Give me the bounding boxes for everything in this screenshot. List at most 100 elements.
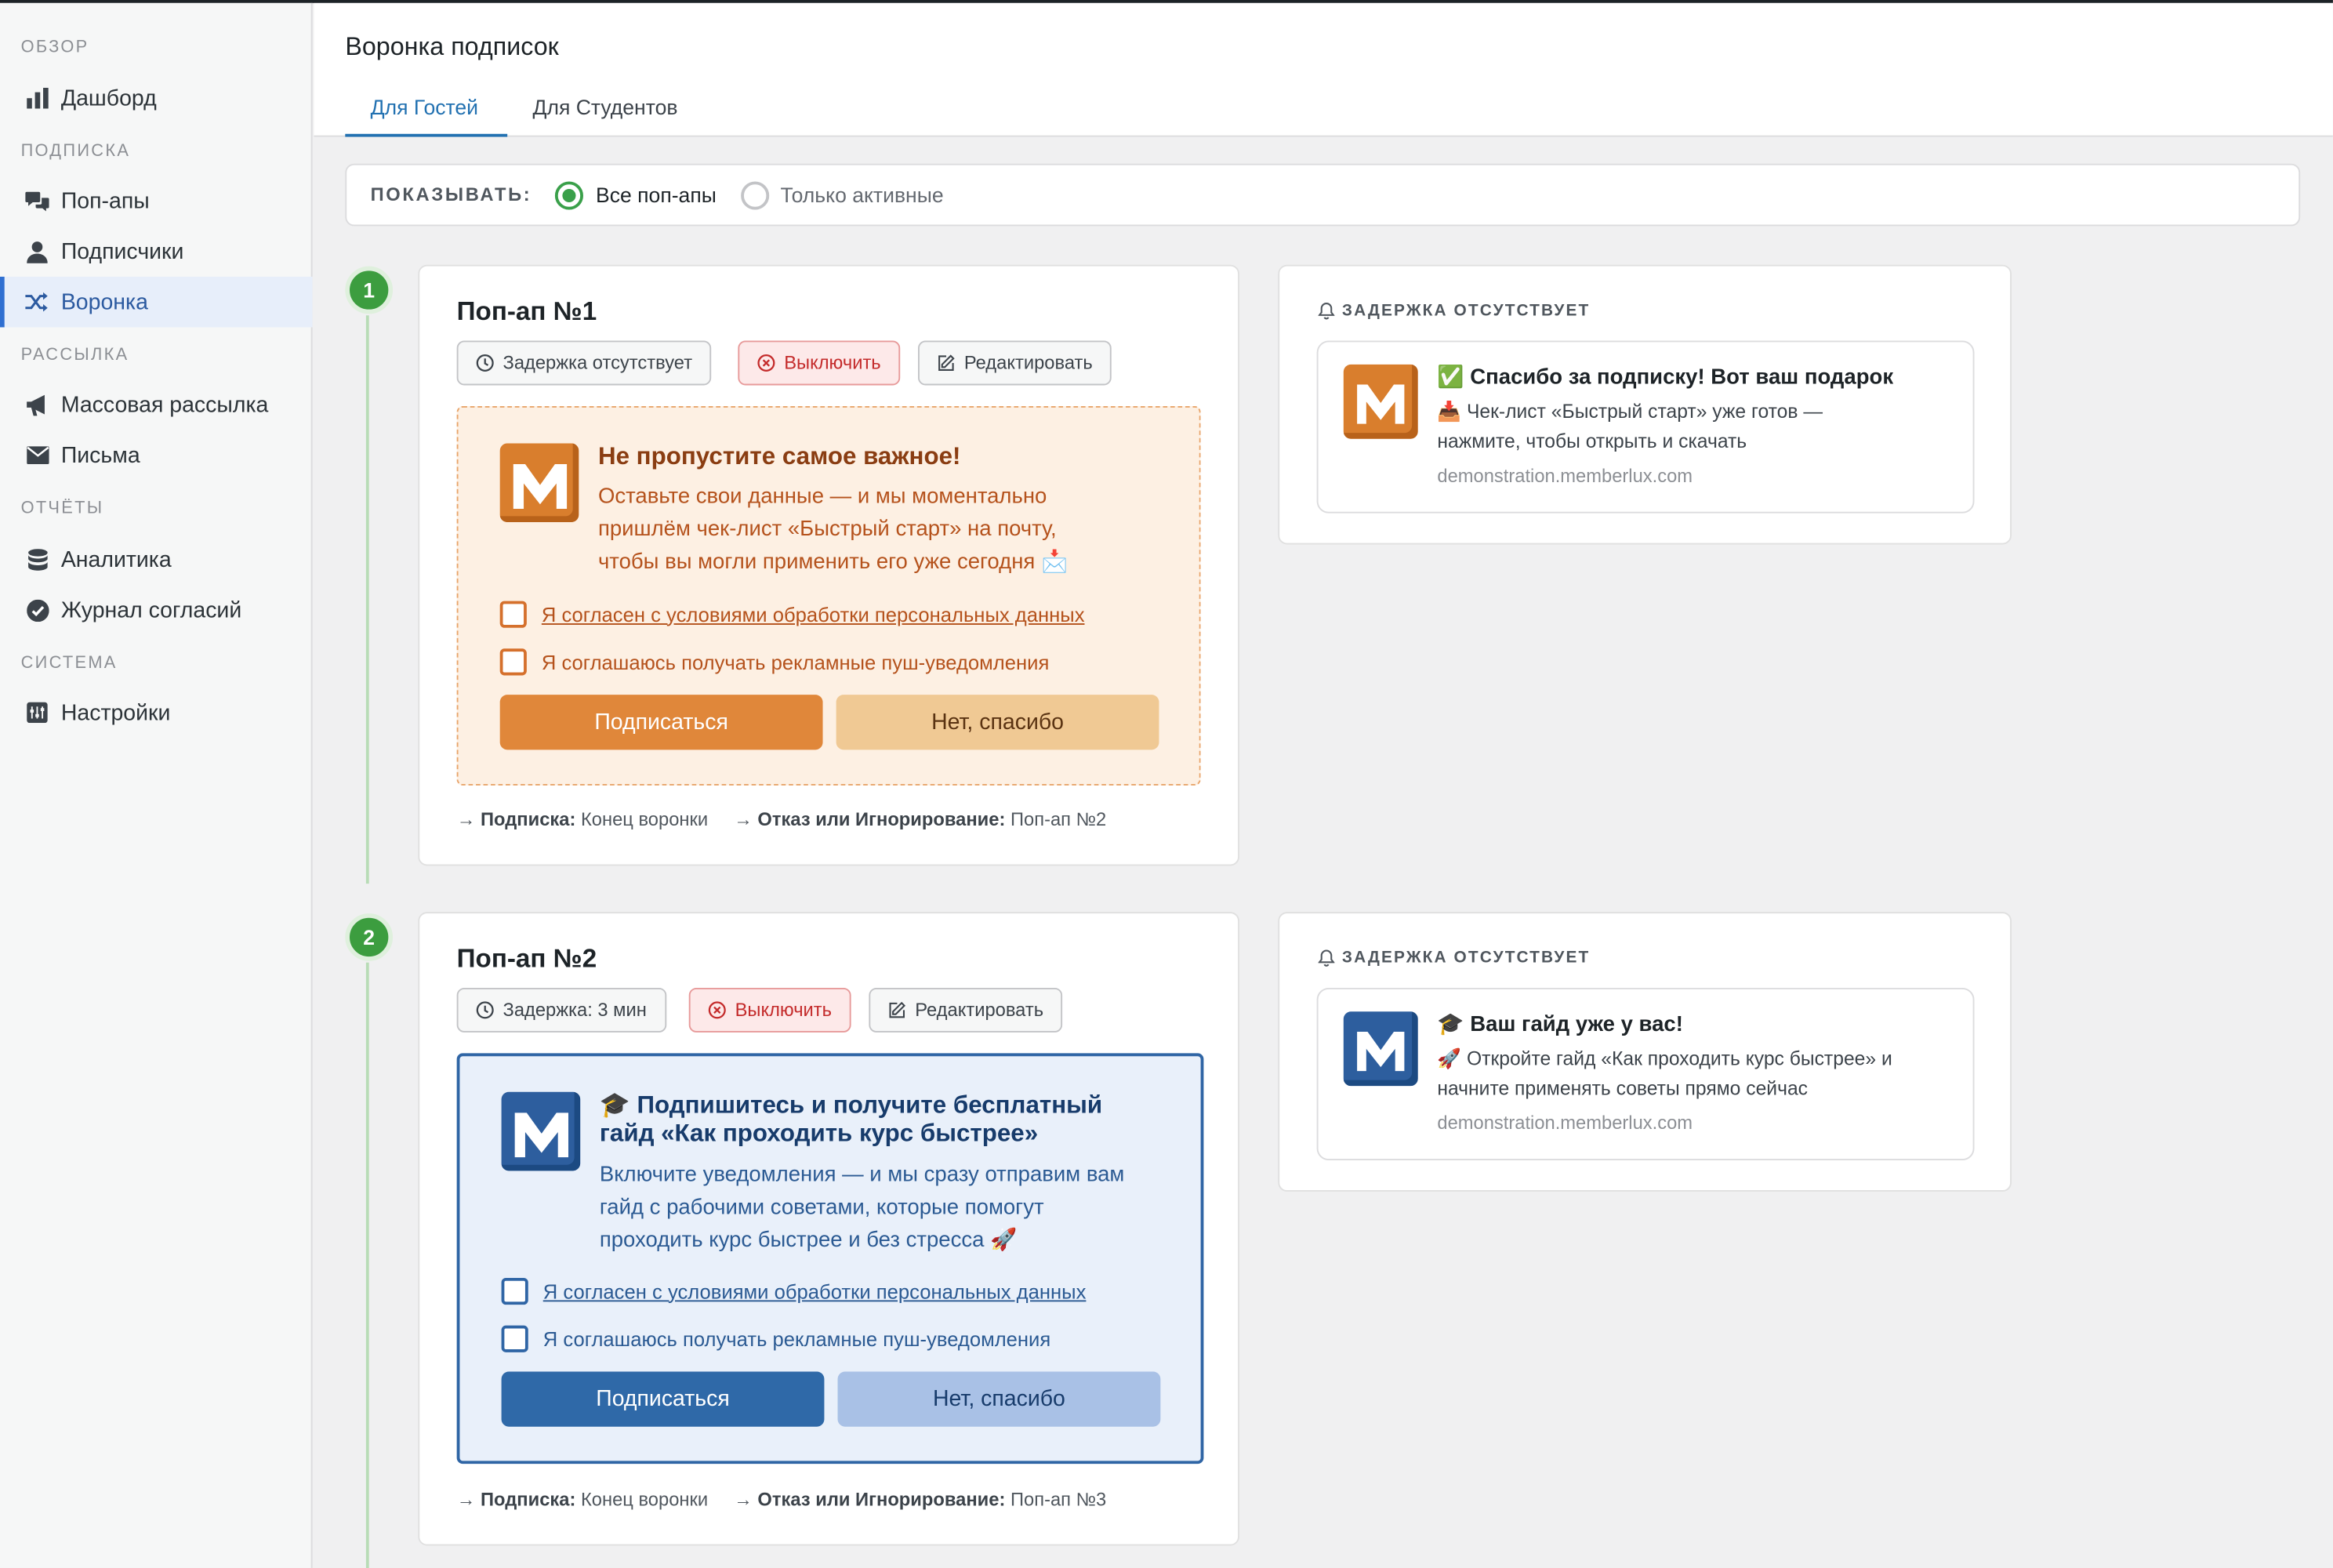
sidebar-item-mass-mailing[interactable]: Массовая рассылка bbox=[0, 379, 313, 430]
route-subscribe-label: Подписка: bbox=[480, 809, 576, 830]
edit-label: Редактировать bbox=[915, 1000, 1044, 1021]
sidebar-item-label: Воронка bbox=[60, 289, 148, 315]
filter-label: ПОКАЗЫВАТЬ: bbox=[370, 184, 532, 205]
timeline-connector bbox=[365, 315, 369, 884]
notification-delay-title: ЗАДЕРЖКА ОТСУТСТВУЕТ bbox=[1318, 949, 1591, 967]
sidebar-item-settings[interactable]: Настройки bbox=[0, 688, 313, 739]
page-header: Воронка подписок Для Гостей Для Студенто… bbox=[314, 2, 2333, 137]
bell-icon bbox=[1318, 949, 1335, 967]
sidebar-section-mailing: РАССЫЛКА bbox=[20, 347, 129, 365]
megaphone-icon bbox=[24, 391, 50, 418]
edit-button[interactable]: Редактировать bbox=[869, 987, 1063, 1033]
consent-personal-link[interactable]: Я согласен с условиями обработки персона… bbox=[542, 603, 1085, 625]
radio-label: Только активные bbox=[780, 183, 944, 207]
radio-all-popups[interactable]: Все поп-апы bbox=[555, 180, 717, 209]
popup-body: Включите уведомления — и мы сразу отправ… bbox=[600, 1159, 1125, 1257]
sidebar-item-label: Аналитика bbox=[60, 546, 172, 572]
disable-label: Выключить bbox=[735, 1000, 833, 1021]
sidebar-item-label: Дашборд bbox=[60, 85, 157, 111]
settings-icon bbox=[24, 699, 50, 726]
checkbox-icon bbox=[499, 601, 527, 628]
sidebar-item-label: Поп-апы bbox=[60, 188, 150, 214]
route-refuse-value: Поп-ап №3 bbox=[1010, 1489, 1107, 1510]
page-title: Воронка подписок bbox=[345, 32, 559, 61]
notification-body: 📥 Чек-лист «Быстрый старт» уже готов — н… bbox=[1437, 397, 1957, 457]
consent-personal-checkbox[interactable]: Я согласен с условиями обработки персона… bbox=[501, 1277, 1087, 1305]
popup-title: Поп-ап №2 bbox=[456, 943, 597, 973]
sidebar-item-popups[interactable]: Поп-апы bbox=[0, 176, 313, 227]
popup-headline-line: 🎓 Подпишитесь и получите бесплатный bbox=[599, 1091, 1103, 1119]
disable-button[interactable]: Выключить bbox=[738, 340, 901, 386]
sidebar-item-letters[interactable]: Письма bbox=[0, 430, 313, 481]
route-subscribe-value: Конец воронки bbox=[580, 809, 709, 830]
notification-body-line: 🚀 Откройте гайд «Как проходить курс быст… bbox=[1437, 1047, 1892, 1070]
sidebar-item-label: Подписчики bbox=[60, 238, 184, 264]
delay-button[interactable]: Задержка: 3 мин bbox=[456, 987, 666, 1033]
sidebar-section-system: СИСТЕМА bbox=[20, 654, 118, 673]
app-window: ОБЗОР Дашборд ПОДПИСКА Поп-апы Подписчик… bbox=[0, 0, 2333, 1568]
popup-body-line: Оставьте свои данные — и мы моментально bbox=[597, 485, 1047, 509]
bar-chart-icon bbox=[24, 85, 50, 111]
check-circle-icon bbox=[24, 597, 50, 623]
envelope-icon bbox=[24, 442, 50, 469]
notification-preview[interactable]: 🎓 Ваш гайд уже у вас! 🚀 Откройте гайд «К… bbox=[1316, 987, 1975, 1161]
radio-unselected-icon bbox=[740, 180, 769, 209]
popup-preview: 🎓 Подпишитесь и получите бесплатный гайд… bbox=[456, 1053, 1204, 1465]
sidebar-item-funnel[interactable]: Воронка bbox=[0, 276, 313, 328]
popup-headline-line: гайд «Как проходить курс быстрее» bbox=[599, 1120, 1039, 1147]
active-tab-indicator bbox=[345, 133, 508, 137]
popup-title: Поп-ап №1 bbox=[456, 296, 597, 326]
disable-button[interactable]: Выключить bbox=[688, 987, 851, 1033]
radio-active-only[interactable]: Только активные bbox=[740, 180, 944, 209]
tab-students[interactable]: Для Студентов bbox=[532, 95, 677, 118]
popup-body-line: гайд с рабочими советами, которые помогу… bbox=[599, 1196, 1044, 1220]
route-subscribe-value: Конец воронки bbox=[580, 1489, 709, 1510]
funnel-routes: → Подписка: Конец воронки → Отказ или Иг… bbox=[456, 1489, 1107, 1510]
delay-label: Задержка отсутствует bbox=[503, 352, 693, 374]
notification-preview[interactable]: ✅ Спасибо за подписку! Вот ваш подарок 📥… bbox=[1316, 340, 1975, 514]
clock-icon bbox=[476, 354, 494, 372]
checkbox-icon bbox=[501, 1277, 528, 1305]
popup-card: Поп-ап №2 Задержка: 3 мин Выключить Реда… bbox=[418, 912, 1239, 1546]
consent-push-checkbox[interactable]: Я соглашаюсь получать рекламные пуш-увед… bbox=[499, 648, 1050, 676]
sidebar-item-analytics[interactable]: Аналитика bbox=[0, 534, 313, 585]
notification-headline: ✅ Спасибо за подписку! Вот ваш подарок bbox=[1437, 365, 1894, 390]
popup-headline: Не пропустите самое важное! bbox=[597, 443, 961, 470]
sidebar-item-dashboard[interactable]: Дашборд bbox=[0, 73, 313, 124]
consent-push-label: Я соглашаюсь получать рекламные пуш-увед… bbox=[542, 1327, 1051, 1350]
popup-body-line: пришлём чек-лист «Быстрый старт» на почт… bbox=[597, 517, 1057, 542]
notification-url: demonstration.memberlux.com bbox=[1437, 465, 1693, 487]
consent-push-label: Я соглашаюсь получать рекламные пуш-увед… bbox=[541, 651, 1050, 673]
sidebar-item-subscribers[interactable]: Подписчики bbox=[0, 226, 313, 277]
close-circle-icon bbox=[708, 1001, 726, 1019]
popup-card: Поп-ап №1 Задержка отсутствует Выключить… bbox=[418, 264, 1239, 866]
notification-delay-text: ЗАДЕРЖКА ОТСУТСТВУЕТ bbox=[1341, 949, 1591, 967]
memberlux-logo bbox=[1343, 364, 1418, 439]
memberlux-logo bbox=[499, 443, 579, 523]
edit-button[interactable]: Редактировать bbox=[918, 340, 1112, 386]
sidebar-item-label: Письма bbox=[60, 442, 140, 468]
tab-guests[interactable]: Для Гостей bbox=[371, 95, 478, 118]
notification-body-line: начните применять советы прямо сейчас bbox=[1437, 1076, 1809, 1100]
step-number-badge: 2 bbox=[345, 913, 394, 961]
popup-preview: Не пропустите самое важное! Оставьте сво… bbox=[456, 406, 1201, 786]
decline-button[interactable]: Нет, спасибо bbox=[836, 695, 1159, 750]
consent-push-checkbox[interactable]: Я соглашаюсь получать рекламные пуш-увед… bbox=[501, 1325, 1051, 1352]
route-refuse-label: Отказ или Игнорирование: bbox=[757, 1489, 1006, 1510]
notification-body-line: 📥 Чек-лист «Быстрый старт» уже готов — bbox=[1437, 400, 1823, 423]
popup-body-line: Включите уведомления — и мы сразу отправ… bbox=[599, 1163, 1125, 1188]
delay-button[interactable]: Задержка отсутствует bbox=[456, 340, 712, 386]
sidebar-item-consent-log[interactable]: Журнал согласий bbox=[0, 585, 313, 636]
notification-headline: 🎓 Ваш гайд уже у вас! bbox=[1437, 1013, 1683, 1037]
notification-body-line: нажмите, чтобы открыть и скачать bbox=[1437, 430, 1747, 452]
sidebar-section-subscription: ПОДПИСКА bbox=[20, 143, 131, 161]
database-icon bbox=[24, 546, 50, 572]
subscribe-button[interactable]: Подписаться bbox=[499, 695, 823, 750]
consent-personal-link[interactable]: Я согласен с условиями обработки персона… bbox=[543, 1280, 1087, 1302]
consent-personal-checkbox[interactable]: Я согласен с условиями обработки персона… bbox=[499, 601, 1085, 628]
memberlux-logo bbox=[501, 1091, 581, 1171]
radio-label: Все поп-апы bbox=[595, 183, 717, 207]
subscribe-button[interactable]: Подписаться bbox=[501, 1371, 825, 1427]
notification-delay-title: ЗАДЕРЖКА ОТСУТСТВУЕТ bbox=[1318, 302, 1591, 320]
decline-button[interactable]: Нет, спасибо bbox=[837, 1371, 1161, 1427]
